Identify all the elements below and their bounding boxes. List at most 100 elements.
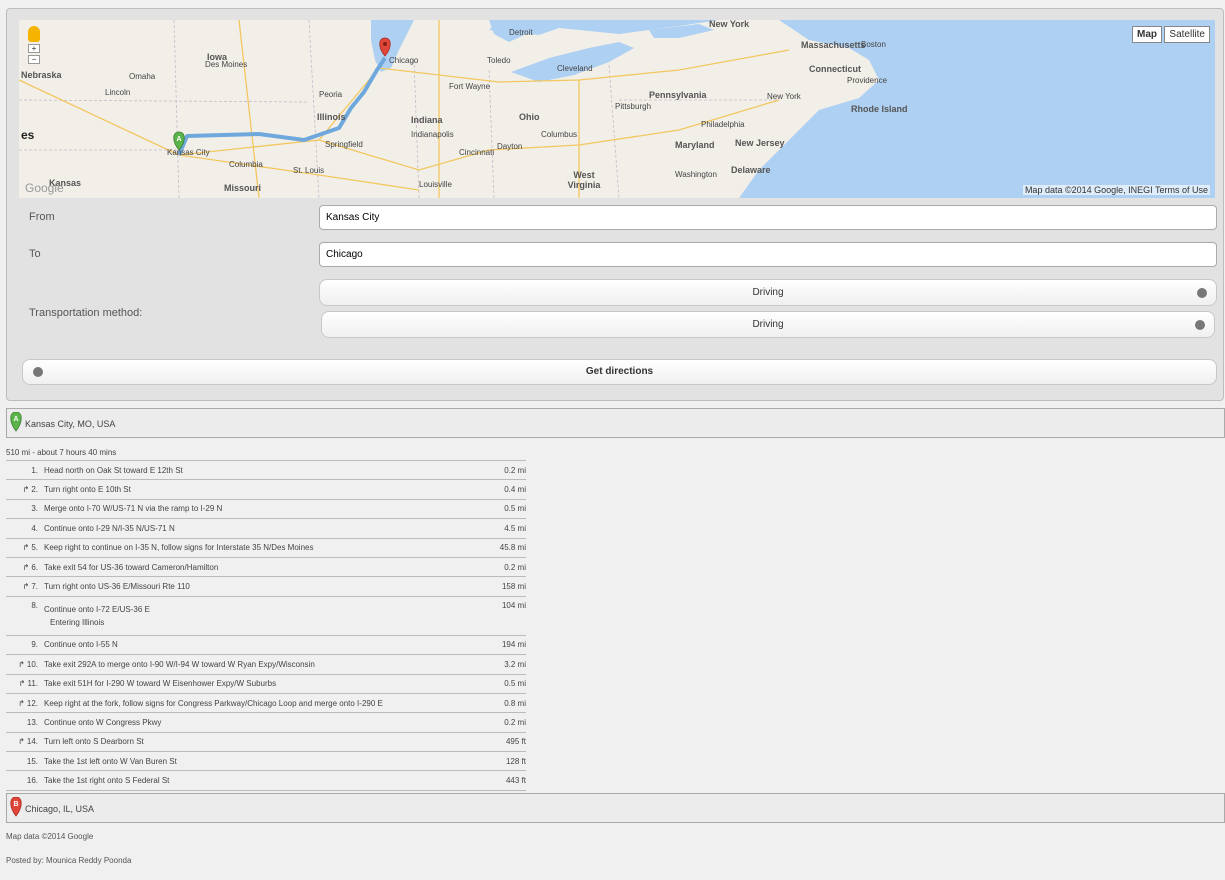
end-pin-icon: B [10,797,22,817]
to-input[interactable] [319,242,1217,267]
map-label: Louisville [419,180,452,189]
step-number-text: 1. [31,465,38,475]
transport-select[interactable]: Driving [319,279,1217,306]
zoom-out-button[interactable]: − [28,55,40,64]
map-label: Pennsylvania [649,90,707,100]
map-label: Nebraska [21,70,62,80]
get-directions-button[interactable]: Get directions [22,359,1217,385]
step-number: ↱ 5. [6,537,44,558]
map-label: Washington [675,170,717,179]
step-distance: 495 ft [488,731,526,752]
step-instruction: Merge onto I-70 W/US-71 N via the ramp t… [44,498,488,519]
direction-step-row[interactable]: ↱ 5. Keep right to continue on I-35 N, fol… [6,537,526,558]
step-distance: 0.2 mi [488,556,526,577]
step-instruction-text: Take exit 292A to merge onto I-90 W/I-94… [44,659,315,669]
step-number: ↱ 10. [6,654,44,675]
step-number: ↱ 11. [6,673,44,694]
map-label: Omaha [129,72,156,81]
direction-step-row[interactable]: ↱ 2. Turn right onto E 10th St 0.4 mi [6,479,526,500]
direction-step-row[interactable]: 9. Continue onto I-55 N 194 mi [6,634,526,655]
map-label: Pittsburgh [615,102,652,111]
map-label: Boston [861,40,886,49]
street-view-pegman-icon[interactable] [28,26,40,42]
direction-step-row[interactable]: ↱ 11. Take exit 51H for I-290 W toward W E… [6,673,526,694]
step-distance: 3.2 mi [488,654,526,675]
step-distance: 0.2 mi [488,712,526,733]
step-number: ↱ 2. [6,479,44,500]
posted-by: Posted by: Mounica Reddy Poonda [6,856,132,865]
step-number-text: 15. [26,756,38,766]
step-instruction: Turn right onto US-36 E/Missouri Rte 110 [44,576,488,597]
map-attribution[interactable]: Map data ©2014 Google, INEGI Terms of Us… [1022,185,1210,195]
step-instruction: Keep right at the fork, follow signs for… [44,692,488,713]
step-instruction-text: Continue onto I-72 E/US-36 E [44,604,150,614]
turn-arrow-icon: ↱ [18,679,26,689]
step-distance: 0.2 mi [488,459,526,480]
end-pin-letter: B [13,801,18,808]
map-label: Dayton [497,142,523,151]
step-instruction: Continue onto I-72 E/US-36 E Entering Ill… [44,595,488,636]
step-instruction-text: Turn right onto E 10th St [44,485,131,495]
map-label: Lincoln [105,88,131,97]
step-distance: 158 mi [488,576,526,597]
turn-arrow-icon: ↱ [18,737,25,747]
direction-step-row[interactable]: 4. Continue onto I-29 N/I-35 N/US-71 N 4.5… [6,518,526,539]
direction-step-row[interactable]: ↱ 14. Turn left onto S Dearborn St 495 ft [6,731,526,752]
step-subtext: Entering Illinois [50,617,105,627]
map-label: Connecticut [809,64,862,74]
step-instruction: Turn right onto E 10th St [44,479,488,500]
direction-step-row[interactable]: 3. Merge onto I-70 W/US-71 N via the ramp… [6,498,526,519]
step-number: 4. [6,518,44,539]
map-label: Maryland [675,140,715,150]
direction-step-row[interactable]: 15. Take the 1st left onto W Van Buren St… [6,751,526,771]
map-label: Philadelphia [701,120,745,129]
direction-step-row[interactable]: ↱ 7. Turn right onto US-36 E/Missouri Rte … [6,576,526,597]
step-instruction: Take the 1st right onto S Federal St [44,770,488,791]
step-instruction-text: Merge onto I-70 W/US-71 N via the ramp t… [44,504,223,514]
step-instruction-text: Keep right at the fork, follow signs for… [44,698,383,708]
step-number-text: 7. [31,582,38,592]
step-number-text: 6. [31,562,38,572]
step-number: 1. [6,459,44,480]
step-instruction-text: Continue onto I-55 N [44,640,118,650]
map-type-map-button[interactable]: Map [1132,26,1162,43]
step-distance: 0.4 mi [488,479,526,500]
step-distance: 0.8 mi [488,692,526,713]
map-data-notice: Map data ©2014 Google [6,832,94,841]
map-label: Detroit [509,28,533,37]
map-label: Cincinnati [459,148,495,157]
direction-step-row[interactable]: 8. Continue onto I-72 E/US-36 E Entering I… [6,595,526,636]
turn-arrow-icon: ↱ [18,698,25,708]
to-row: To [19,242,1219,268]
direction-step-row[interactable]: 1. Head north on Oak St toward E 12th St 0… [6,459,526,480]
direction-step-row[interactable]: 16. Take the 1st right onto S Federal St 4… [6,770,526,791]
map-type-satellite-button[interactable]: Satellite [1164,26,1210,43]
direction-step-row[interactable]: ↱ 6. Take exit 54 for US-36 toward Cameron… [6,556,526,577]
end-address-bar: B Chicago, IL, USA [6,793,1225,823]
step-number-text: 14. [26,737,38,747]
step-instruction-text: Take exit 51H for I-290 W toward W Eisen… [44,679,277,689]
step-instruction: Continue onto I-29 N/I-35 N/US-71 N [44,518,488,539]
route-summary: 510 mi - about 7 hours 40 mins [6,448,117,457]
turn-arrow-icon: ↱ [22,543,30,553]
step-instruction: Take exit 54 for US-36 toward Cameron/Ha… [44,556,488,577]
route-map[interactable]: A + − Map Satellite es Iowa Nebraska Ill… [19,20,1215,198]
zoom-in-button[interactable]: + [28,44,40,53]
step-instruction-text: Continue onto I-29 N/I-35 N/US-71 N [44,523,175,533]
map-label: Columbus [541,130,578,139]
direction-step-row[interactable]: ↱ 12. Keep right at the fork, follow signs… [6,692,526,713]
map-label: Fort Wayne [449,82,491,91]
from-input[interactable] [319,205,1217,230]
step-instruction: Head north on Oak St toward E 12th St [44,459,488,480]
direction-step-row[interactable]: 13. Continue onto W Congress Pkwy 0.2 mi [6,712,526,733]
step-number: 3. [6,498,44,519]
step-instruction-text: Turn right onto US-36 E/Missouri Rte 110 [44,582,190,592]
direction-step-row[interactable]: ↱ 10. Take exit 292A to merge onto I-90 W/… [6,654,526,675]
start-pin-letter: A [13,416,18,423]
map-label: Chicago [389,56,419,65]
turn-arrow-icon: ↱ [22,582,30,592]
step-distance: 194 mi [488,634,526,655]
map-zoom-control[interactable]: + − [28,26,40,64]
from-label: From [29,211,55,223]
transport-select-secondary[interactable]: Driving [321,311,1215,338]
